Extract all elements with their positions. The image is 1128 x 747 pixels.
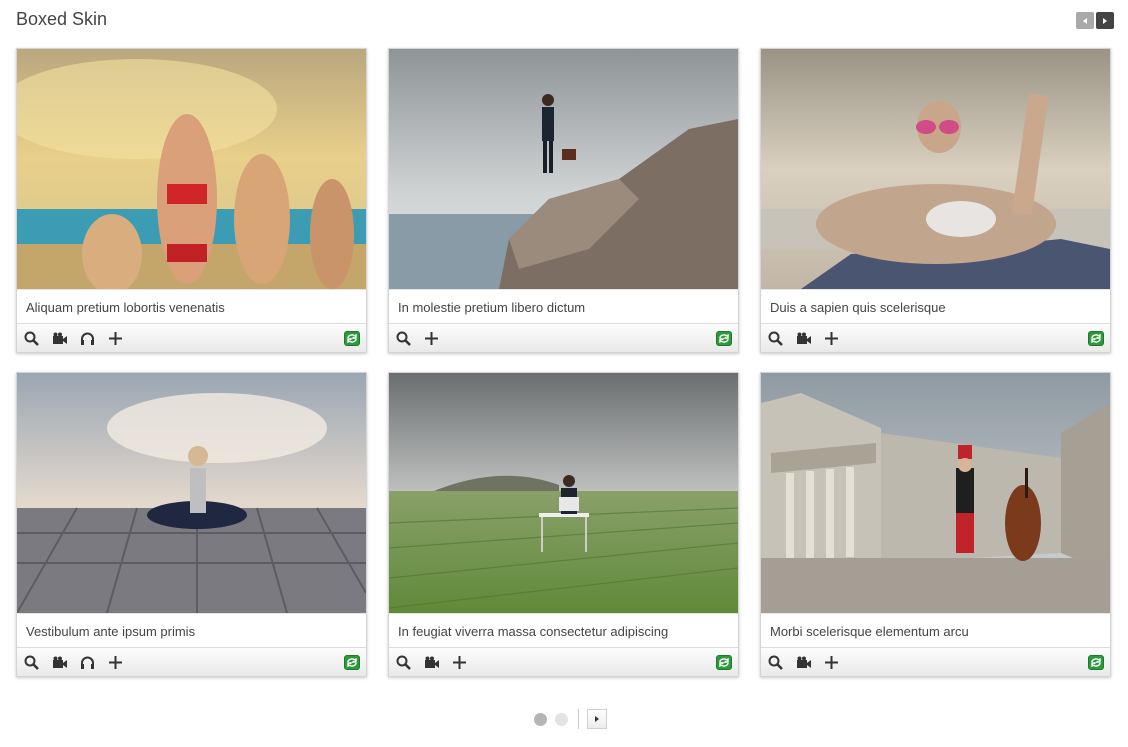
audio-icon[interactable]: [79, 330, 96, 347]
gallery-card: Morbi scelerisque elementum arcu: [760, 372, 1111, 677]
gallery-card: In feugiat viverra massa consectetur adi…: [388, 372, 739, 677]
gallery-card: In molestie pretium libero dictum: [388, 48, 739, 353]
card-toolbar: [761, 648, 1110, 676]
pagination: [534, 709, 607, 729]
gallery-card: Vestibulum ante ipsum primis: [16, 372, 367, 677]
card-image[interactable]: [389, 373, 738, 613]
share-icon[interactable]: [1088, 331, 1104, 346]
video-icon[interactable]: [423, 654, 440, 671]
share-icon[interactable]: [344, 655, 360, 670]
arrow-right-icon: [595, 716, 599, 722]
card-caption[interactable]: Aliquam pretium lobortis venenatis: [17, 289, 366, 324]
plus-icon[interactable]: [107, 330, 124, 347]
plus-icon[interactable]: [823, 654, 840, 671]
card-caption[interactable]: Morbi scelerisque elementum arcu: [761, 613, 1110, 648]
pagination-divider: [578, 709, 579, 729]
card-image[interactable]: [17, 373, 366, 613]
plus-icon[interactable]: [823, 330, 840, 347]
plus-icon[interactable]: [451, 654, 468, 671]
share-icon[interactable]: [344, 331, 360, 346]
card-image[interactable]: [761, 373, 1110, 613]
share-icon[interactable]: [1088, 655, 1104, 670]
arrow-left-icon: [1083, 17, 1087, 24]
zoom-icon[interactable]: [395, 654, 412, 671]
audio-icon[interactable]: [79, 654, 96, 671]
video-icon[interactable]: [51, 330, 68, 347]
card-image[interactable]: [761, 49, 1110, 289]
card-toolbar: [761, 324, 1110, 352]
share-icon[interactable]: [716, 331, 732, 346]
next-page-button[interactable]: [1096, 12, 1114, 29]
video-icon[interactable]: [51, 654, 68, 671]
card-image[interactable]: [17, 49, 366, 289]
card-toolbar: [17, 324, 366, 352]
zoom-icon[interactable]: [23, 330, 40, 347]
card-caption[interactable]: Duis a sapien quis scelerisque: [761, 289, 1110, 324]
page-dot-2[interactable]: [555, 712, 568, 726]
plus-icon[interactable]: [107, 654, 124, 671]
arrow-right-icon: [1103, 17, 1107, 24]
card-toolbar: [389, 648, 738, 676]
pagination-next-button[interactable]: [587, 709, 607, 729]
prev-page-button[interactable]: [1076, 12, 1094, 29]
zoom-icon[interactable]: [767, 654, 784, 671]
gallery-card: Duis a sapien quis scelerisque: [760, 48, 1111, 353]
video-icon[interactable]: [795, 330, 812, 347]
page-title: Boxed Skin: [16, 9, 108, 29]
card-caption[interactable]: In feugiat viverra massa consectetur adi…: [389, 613, 738, 648]
zoom-icon[interactable]: [395, 330, 412, 347]
card-toolbar: [389, 324, 738, 352]
video-icon[interactable]: [795, 654, 812, 671]
plus-icon[interactable]: [423, 330, 440, 347]
page-dot-1[interactable]: [534, 712, 547, 726]
share-icon[interactable]: [716, 655, 732, 670]
zoom-icon[interactable]: [23, 654, 40, 671]
card-image[interactable]: [389, 49, 738, 289]
gallery-card: Aliquam pretium lobortis venenatis: [16, 48, 367, 353]
card-caption[interactable]: Vestibulum ante ipsum primis: [17, 613, 366, 648]
card-toolbar: [17, 648, 366, 676]
carousel-nav: [1076, 12, 1114, 29]
zoom-icon[interactable]: [767, 330, 784, 347]
card-caption[interactable]: In molestie pretium libero dictum: [389, 289, 738, 324]
